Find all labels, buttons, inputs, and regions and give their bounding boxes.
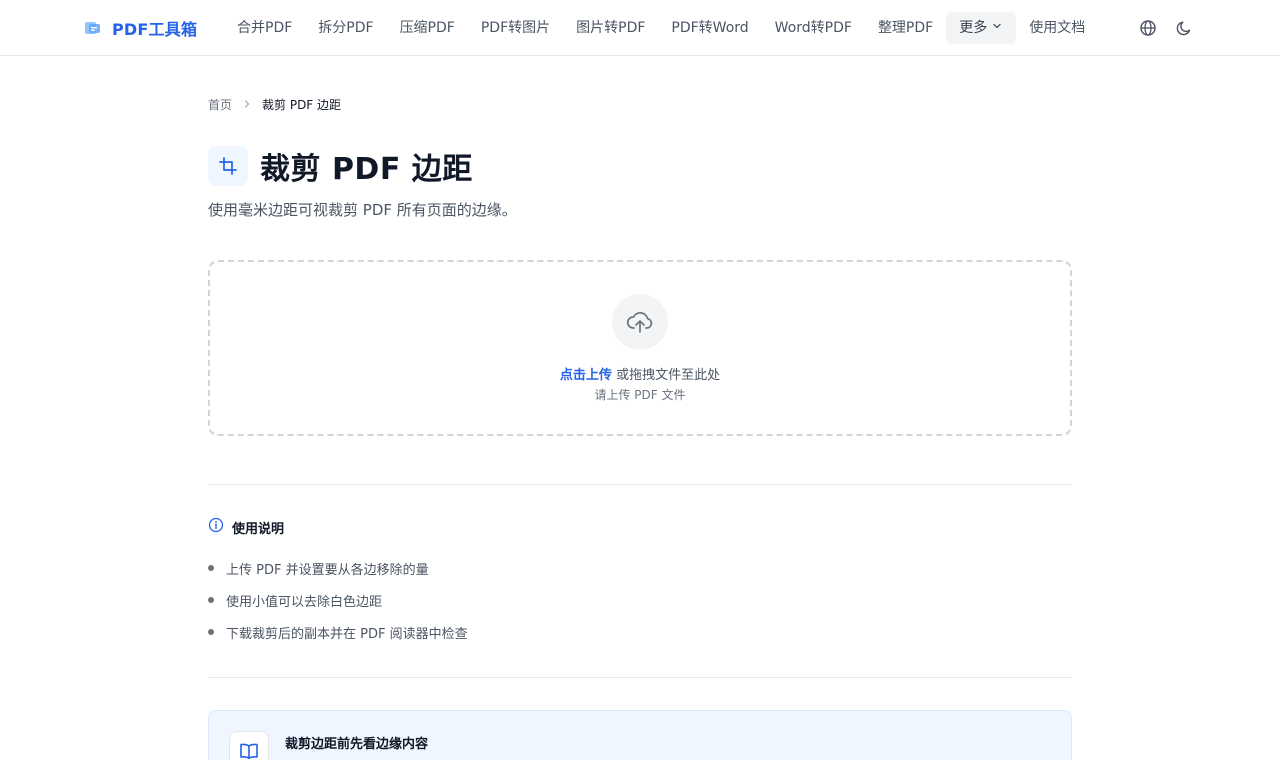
brand-logo[interactable]: PDF工具箱 xyxy=(84,16,197,40)
tip-card: 裁剪边距前先看边缘内容 xyxy=(208,710,1072,760)
instructions-heading: 使用说明 xyxy=(208,517,284,537)
file-upload-dropzone[interactable]: 点击上传 或拖拽文件至此处 请上传 PDF 文件 xyxy=(208,260,1072,436)
bullet-dot xyxy=(208,565,214,571)
upload-instruction: 点击上传 或拖拽文件至此处 xyxy=(210,364,1070,383)
section-divider xyxy=(208,484,1072,485)
page-header: 裁剪 PDF 边距 xyxy=(208,144,473,188)
nav-item-pdf-to-word[interactable]: PDF转Word xyxy=(658,12,761,44)
instruction-text: 下载裁剪后的副本并在 PDF 阅读器中检查 xyxy=(226,626,468,642)
list-item: 下载裁剪后的副本并在 PDF 阅读器中检查 xyxy=(208,616,468,648)
nav-more-label: 更多 xyxy=(959,20,988,36)
list-item: 上传 PDF 并设置要从各边移除的量 xyxy=(208,552,468,584)
info-icon xyxy=(208,517,224,537)
instructions-title: 使用说明 xyxy=(232,521,285,537)
nav-item-word-to-pdf[interactable]: Word转PDF xyxy=(762,12,865,44)
section-divider xyxy=(208,677,1072,678)
list-item: 使用小值可以去除白色边距 xyxy=(208,584,468,616)
instruction-text: 使用小值可以去除白色边距 xyxy=(226,594,383,610)
page-subtitle: 使用毫米边距可视裁剪 PDF 所有页面的边缘。 xyxy=(208,201,517,219)
crop-icon xyxy=(208,146,248,186)
cloud-upload-icon xyxy=(612,294,668,350)
brand-name: PDF工具箱 xyxy=(112,20,198,39)
chevron-down-icon xyxy=(991,12,1003,44)
nav-item-docs[interactable]: 使用文档 xyxy=(1016,12,1098,44)
breadcrumb-current: 裁剪 PDF 边距 xyxy=(262,97,342,112)
nav-item-compress-pdf[interactable]: 压缩PDF xyxy=(387,12,468,44)
nav-more-dropdown[interactable]: 更多 xyxy=(946,12,1017,44)
nav-item-merge-pdf[interactable]: 合并PDF xyxy=(224,12,305,44)
pdf-logo-icon xyxy=(84,20,102,36)
moon-icon[interactable] xyxy=(1174,18,1194,38)
nav-item-organize-pdf[interactable]: 整理PDF xyxy=(865,12,946,44)
instructions-list: 上传 PDF 并设置要从各边移除的量 使用小值可以去除白色边距 下载裁剪后的副本… xyxy=(208,552,468,648)
instruction-text: 上传 PDF 并设置要从各边移除的量 xyxy=(226,562,429,578)
chevron-right-icon xyxy=(242,99,252,109)
click-upload-link[interactable]: 点击上传 xyxy=(560,368,612,383)
globe-icon[interactable] xyxy=(1138,18,1158,38)
page-title: 裁剪 PDF 边距 xyxy=(260,152,473,187)
upload-drag-text: 或拖拽文件至此处 xyxy=(611,368,721,383)
nav-item-pdf-to-image[interactable]: PDF转图片 xyxy=(468,12,563,44)
tip-title: 裁剪边距前先看边缘内容 xyxy=(285,737,429,752)
breadcrumb: 首页 裁剪 PDF 边距 xyxy=(208,95,341,113)
top-navigation-bar: PDF工具箱 合并PDF 拆分PDF 压缩PDF PDF转图片 图片转PDF P… xyxy=(0,0,1280,56)
bullet-dot xyxy=(208,597,214,603)
upload-hint: 请上传 PDF 文件 xyxy=(594,388,686,402)
bullet-dot xyxy=(208,629,214,635)
breadcrumb-home[interactable]: 首页 xyxy=(208,96,232,113)
book-open-icon xyxy=(229,731,269,760)
main-nav: 合并PDF 拆分PDF 压缩PDF PDF转图片 图片转PDF PDF转Word… xyxy=(224,12,1098,44)
nav-item-image-to-pdf[interactable]: 图片转PDF xyxy=(563,12,658,44)
nav-item-split-pdf[interactable]: 拆分PDF xyxy=(305,12,386,44)
